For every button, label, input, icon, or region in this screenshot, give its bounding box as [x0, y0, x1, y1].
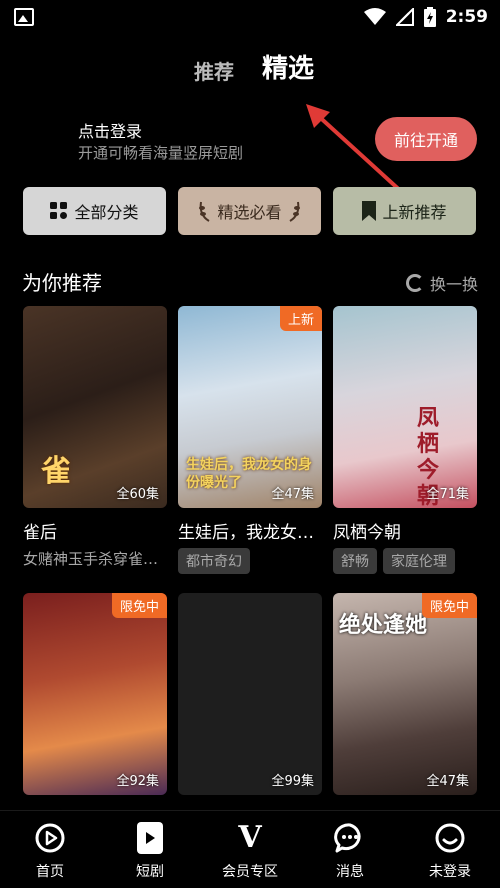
- tag-list: 都市奇幻: [178, 548, 322, 574]
- category-featured-button[interactable]: 精选必看: [178, 187, 321, 235]
- vip-v-icon: V: [238, 820, 262, 855]
- nav-profile-label: 未登录: [429, 864, 471, 880]
- drama-title[interactable]: 生娃后，我龙女…: [178, 518, 322, 543]
- poster-title-art: 绝处逢她: [339, 613, 428, 638]
- bottom-nav: 首页 短剧 V 会员专区 消息 未登录: [0, 810, 500, 888]
- status-icons: 2:59: [363, 5, 488, 29]
- drama-poster[interactable]: 生娃后，我龙女的身份曝光了 上新 全47集: [178, 306, 322, 508]
- tab-selected[interactable]: 精选: [262, 48, 314, 85]
- poster-title-art: 雀: [41, 454, 71, 489]
- episode-count: 全71集: [426, 487, 469, 502]
- login-title[interactable]: 点击登录: [78, 118, 142, 142]
- drama-card[interactable]: 雀 全60集 雀后 女赌神玉手杀穿雀…: [23, 306, 167, 569]
- drama-title[interactable]: 凤栖今朝: [333, 518, 477, 543]
- wifi-icon: [363, 8, 386, 25]
- drama-poster[interactable]: 凤栖今朝 全71集: [333, 306, 477, 508]
- new-badge: 上新: [279, 306, 322, 331]
- nav-messages[interactable]: 消息: [300, 811, 400, 888]
- drama-title[interactable]: 雀后: [23, 518, 167, 543]
- laurel-left-icon: [199, 201, 211, 222]
- open-membership-button[interactable]: 前往开通: [375, 117, 477, 161]
- category-featured-label: 精选必看: [217, 203, 282, 222]
- episode-count: 全92集: [116, 774, 159, 789]
- drama-poster[interactable]: 全99集: [178, 593, 322, 795]
- refresh-button[interactable]: 换一换: [405, 271, 478, 295]
- nav-vip[interactable]: V 会员专区: [200, 811, 300, 888]
- nav-messages-label: 消息: [336, 864, 364, 880]
- drama-poster[interactable]: 雀 全60集: [23, 306, 167, 508]
- top-tabs: 推荐 精选: [0, 48, 500, 88]
- refresh-icon: [405, 274, 424, 292]
- bookmark-icon: [362, 201, 377, 221]
- genre-tag[interactable]: 舒畅: [333, 548, 377, 574]
- refresh-label: 换一换: [429, 275, 478, 294]
- nav-home-label: 首页: [36, 864, 64, 880]
- no-signal-icon: [395, 8, 414, 26]
- drama-card[interactable]: 凤栖今朝 全71集 凤栖今朝 舒畅 家庭伦理: [333, 306, 477, 574]
- category-new-button[interactable]: 上新推荐: [333, 187, 476, 235]
- free-limited-badge: 限免中: [421, 593, 477, 618]
- drama-card[interactable]: 生娃后，我龙女的身份曝光了 上新 全47集 生娃后，我龙女… 都市奇幻: [178, 306, 322, 574]
- nav-home[interactable]: 首页: [0, 811, 100, 888]
- category-all-label: 全部分类: [74, 203, 139, 222]
- nav-short-drama-label: 短剧: [136, 864, 164, 880]
- episode-count: 全99集: [271, 774, 314, 789]
- short-drama-icon: [133, 821, 167, 855]
- episode-count: 全47集: [426, 774, 469, 789]
- battery-charging-icon: [423, 7, 436, 27]
- category-all-button[interactable]: 全部分类: [23, 187, 166, 235]
- genre-tag[interactable]: 家庭伦理: [383, 548, 455, 574]
- nav-short-drama[interactable]: 短剧: [100, 811, 200, 888]
- gallery-notification-icon: [14, 8, 34, 26]
- nav-vip-label: 会员专区: [222, 864, 278, 880]
- laurel-right-icon: [288, 201, 300, 222]
- drama-poster[interactable]: 绝处逢她 限免中 全47集: [333, 593, 477, 795]
- drama-description: 女赌神玉手杀穿雀…: [23, 550, 159, 568]
- grid-icon: [50, 202, 68, 219]
- drama-card[interactable]: 全99集: [178, 593, 322, 795]
- drama-card[interactable]: 限免中 全92集: [23, 593, 167, 795]
- section-title: 为你推荐: [22, 271, 102, 295]
- message-icon: [333, 821, 367, 855]
- tag-list: 舒畅 家庭伦理: [333, 548, 477, 574]
- clock: 2:59: [445, 7, 488, 27]
- tab-recommend[interactable]: 推荐: [194, 56, 234, 85]
- drama-poster[interactable]: 限免中 全92集: [23, 593, 167, 795]
- play-circle-icon: [33, 821, 67, 855]
- genre-tag[interactable]: 都市奇幻: [178, 548, 250, 574]
- episode-count: 全47集: [271, 487, 314, 502]
- free-limited-badge: 限免中: [111, 593, 167, 618]
- drama-card[interactable]: 绝处逢她 限免中 全47集: [333, 593, 477, 795]
- login-subtitle: 开通可畅看海量竖屏短剧: [78, 144, 244, 162]
- category-new-label: 上新推荐: [382, 203, 447, 222]
- episode-count: 全60集: [116, 487, 159, 502]
- nav-profile[interactable]: 未登录: [400, 811, 500, 888]
- status-bar: 2:59: [0, 0, 500, 34]
- smile-icon: [433, 821, 467, 855]
